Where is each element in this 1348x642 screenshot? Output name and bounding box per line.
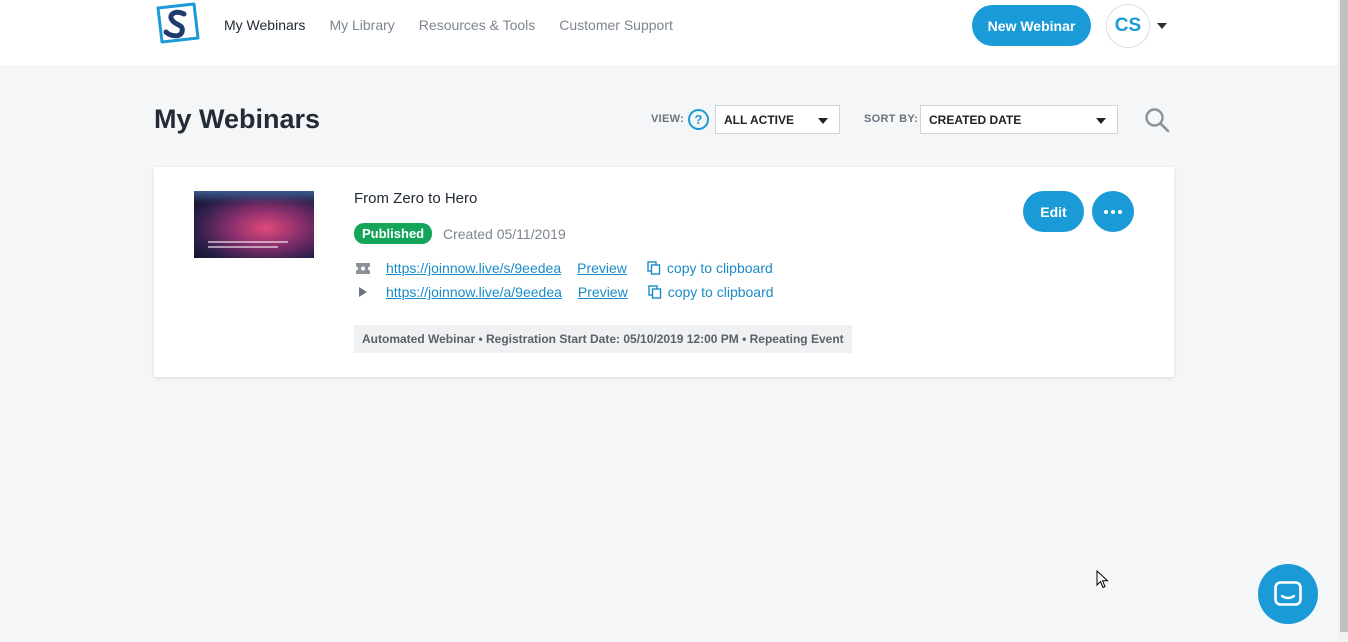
- view-select-caret-icon: [818, 118, 828, 124]
- registration-url-link[interactable]: https://joinnow.live/s/9eedea: [386, 260, 561, 276]
- more-options-button[interactable]: [1092, 191, 1134, 232]
- main-nav: My Webinars My Library Resources & Tools…: [224, 17, 673, 33]
- nav-resources-tools[interactable]: Resources & Tools: [419, 17, 535, 33]
- chat-icon: [1274, 581, 1302, 606]
- search-icon[interactable]: [1144, 107, 1170, 133]
- status-badge: Published: [354, 223, 433, 244]
- attendee-preview-link[interactable]: Preview: [578, 284, 628, 300]
- thumbnail-text-line: [208, 241, 288, 243]
- attendee-url-link[interactable]: https://joinnow.live/a/9eedea: [386, 284, 562, 300]
- view-select-value: ALL ACTIVE: [724, 112, 795, 127]
- webinar-card: From Zero to Hero Published Created 05/1…: [154, 167, 1174, 377]
- webinar-thumbnail[interactable]: [194, 191, 314, 258]
- webinar-title[interactable]: From Zero to Hero: [354, 190, 477, 207]
- sort-select[interactable]: CREATED DATE: [920, 105, 1118, 134]
- more-icon-dot: [1104, 209, 1108, 214]
- play-icon: [354, 285, 372, 299]
- avatar-menu-caret-icon[interactable]: [1157, 23, 1167, 29]
- view-select[interactable]: ALL ACTIVE: [715, 105, 840, 134]
- mouse-cursor-icon: [1096, 570, 1109, 589]
- sort-select-caret-icon: [1096, 118, 1106, 124]
- top-header: My Webinars My Library Resources & Tools…: [0, 0, 1338, 65]
- sort-label: SORT BY:: [864, 113, 919, 125]
- copy-icon[interactable]: [647, 261, 661, 275]
- nav-customer-support[interactable]: Customer Support: [559, 17, 673, 33]
- attendee-copy-link[interactable]: copy to clipboard: [668, 284, 774, 300]
- registration-preview-link[interactable]: Preview: [577, 260, 627, 276]
- ticket-icon: [354, 261, 372, 275]
- thumbnail-text-line: [208, 246, 278, 248]
- user-avatar[interactable]: CS: [1106, 4, 1150, 48]
- edit-button[interactable]: Edit: [1023, 191, 1084, 232]
- webinar-meta-info: Automated Webinar • Registration Start D…: [354, 325, 852, 353]
- registration-link-row: https://joinnow.live/s/9eedea Preview co…: [354, 259, 773, 277]
- page-title: My Webinars: [154, 104, 321, 134]
- nav-my-webinars[interactable]: My Webinars: [224, 17, 305, 33]
- attendee-link-row: https://joinnow.live/a/9eedea Preview co…: [354, 283, 774, 301]
- nav-my-library[interactable]: My Library: [329, 17, 394, 33]
- sort-select-value: CREATED DATE: [929, 112, 1022, 127]
- chat-launcher-button[interactable]: [1258, 564, 1318, 624]
- help-icon[interactable]: ?: [688, 109, 709, 130]
- more-icon-dot: [1118, 209, 1122, 214]
- view-label: VIEW:: [651, 113, 685, 125]
- page-scrollbar-thumb[interactable]: [1340, 0, 1348, 632]
- more-icon-dot: [1111, 209, 1115, 214]
- created-date: Created 05/11/2019: [443, 226, 566, 242]
- app-logo[interactable]: [154, 2, 200, 44]
- registration-copy-link[interactable]: copy to clipboard: [667, 260, 773, 276]
- new-webinar-button[interactable]: New Webinar: [972, 5, 1091, 46]
- copy-icon[interactable]: [648, 285, 662, 299]
